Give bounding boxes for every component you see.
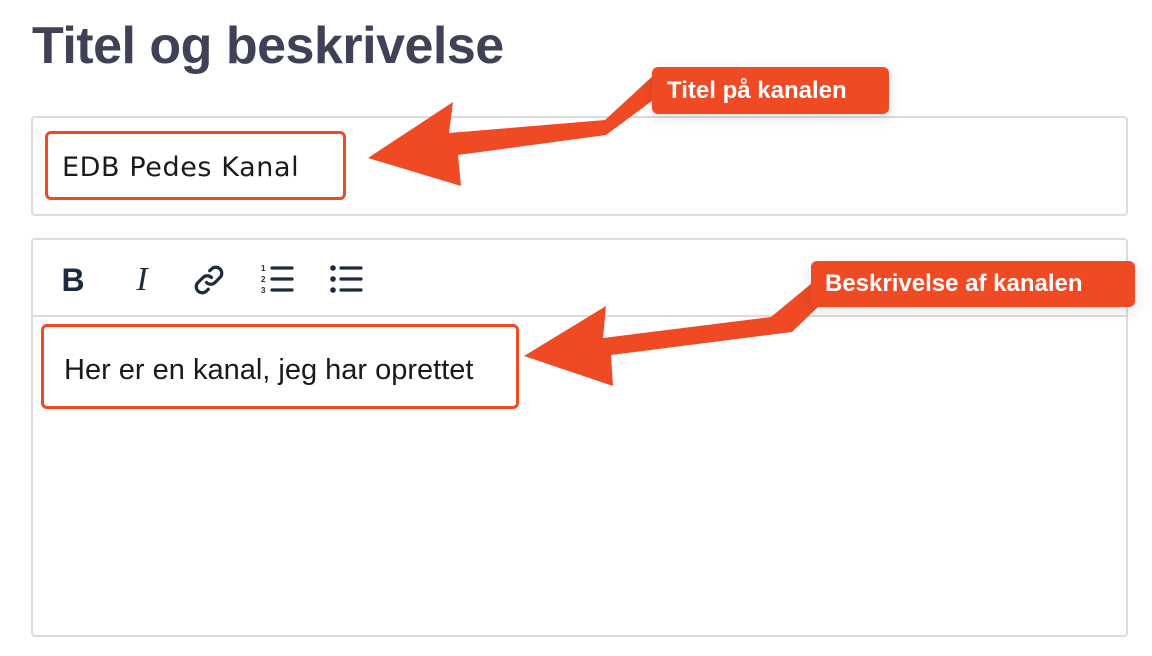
section-title: Titel og beskrivelse	[32, 17, 504, 75]
link-button[interactable]	[189, 260, 229, 300]
title-highlight-box	[45, 131, 346, 200]
title-callout: Titel på kanalen	[652, 67, 889, 114]
svg-text:2: 2	[261, 275, 266, 284]
description-highlight-box	[41, 324, 519, 409]
bold-button[interactable]: B	[53, 260, 93, 300]
ordered-list-icon: 1 2 3	[261, 264, 294, 295]
description-callout: Beskrivelse af kanalen	[811, 261, 1135, 307]
ordered-list-button[interactable]: 1 2 3	[257, 260, 297, 300]
bullet-list-icon	[330, 265, 363, 293]
svg-text:1: 1	[261, 264, 266, 273]
svg-text:3: 3	[261, 286, 266, 295]
link-icon	[194, 265, 224, 295]
italic-button[interactable]: I	[122, 260, 162, 300]
bullet-list-button[interactable]	[326, 260, 366, 300]
